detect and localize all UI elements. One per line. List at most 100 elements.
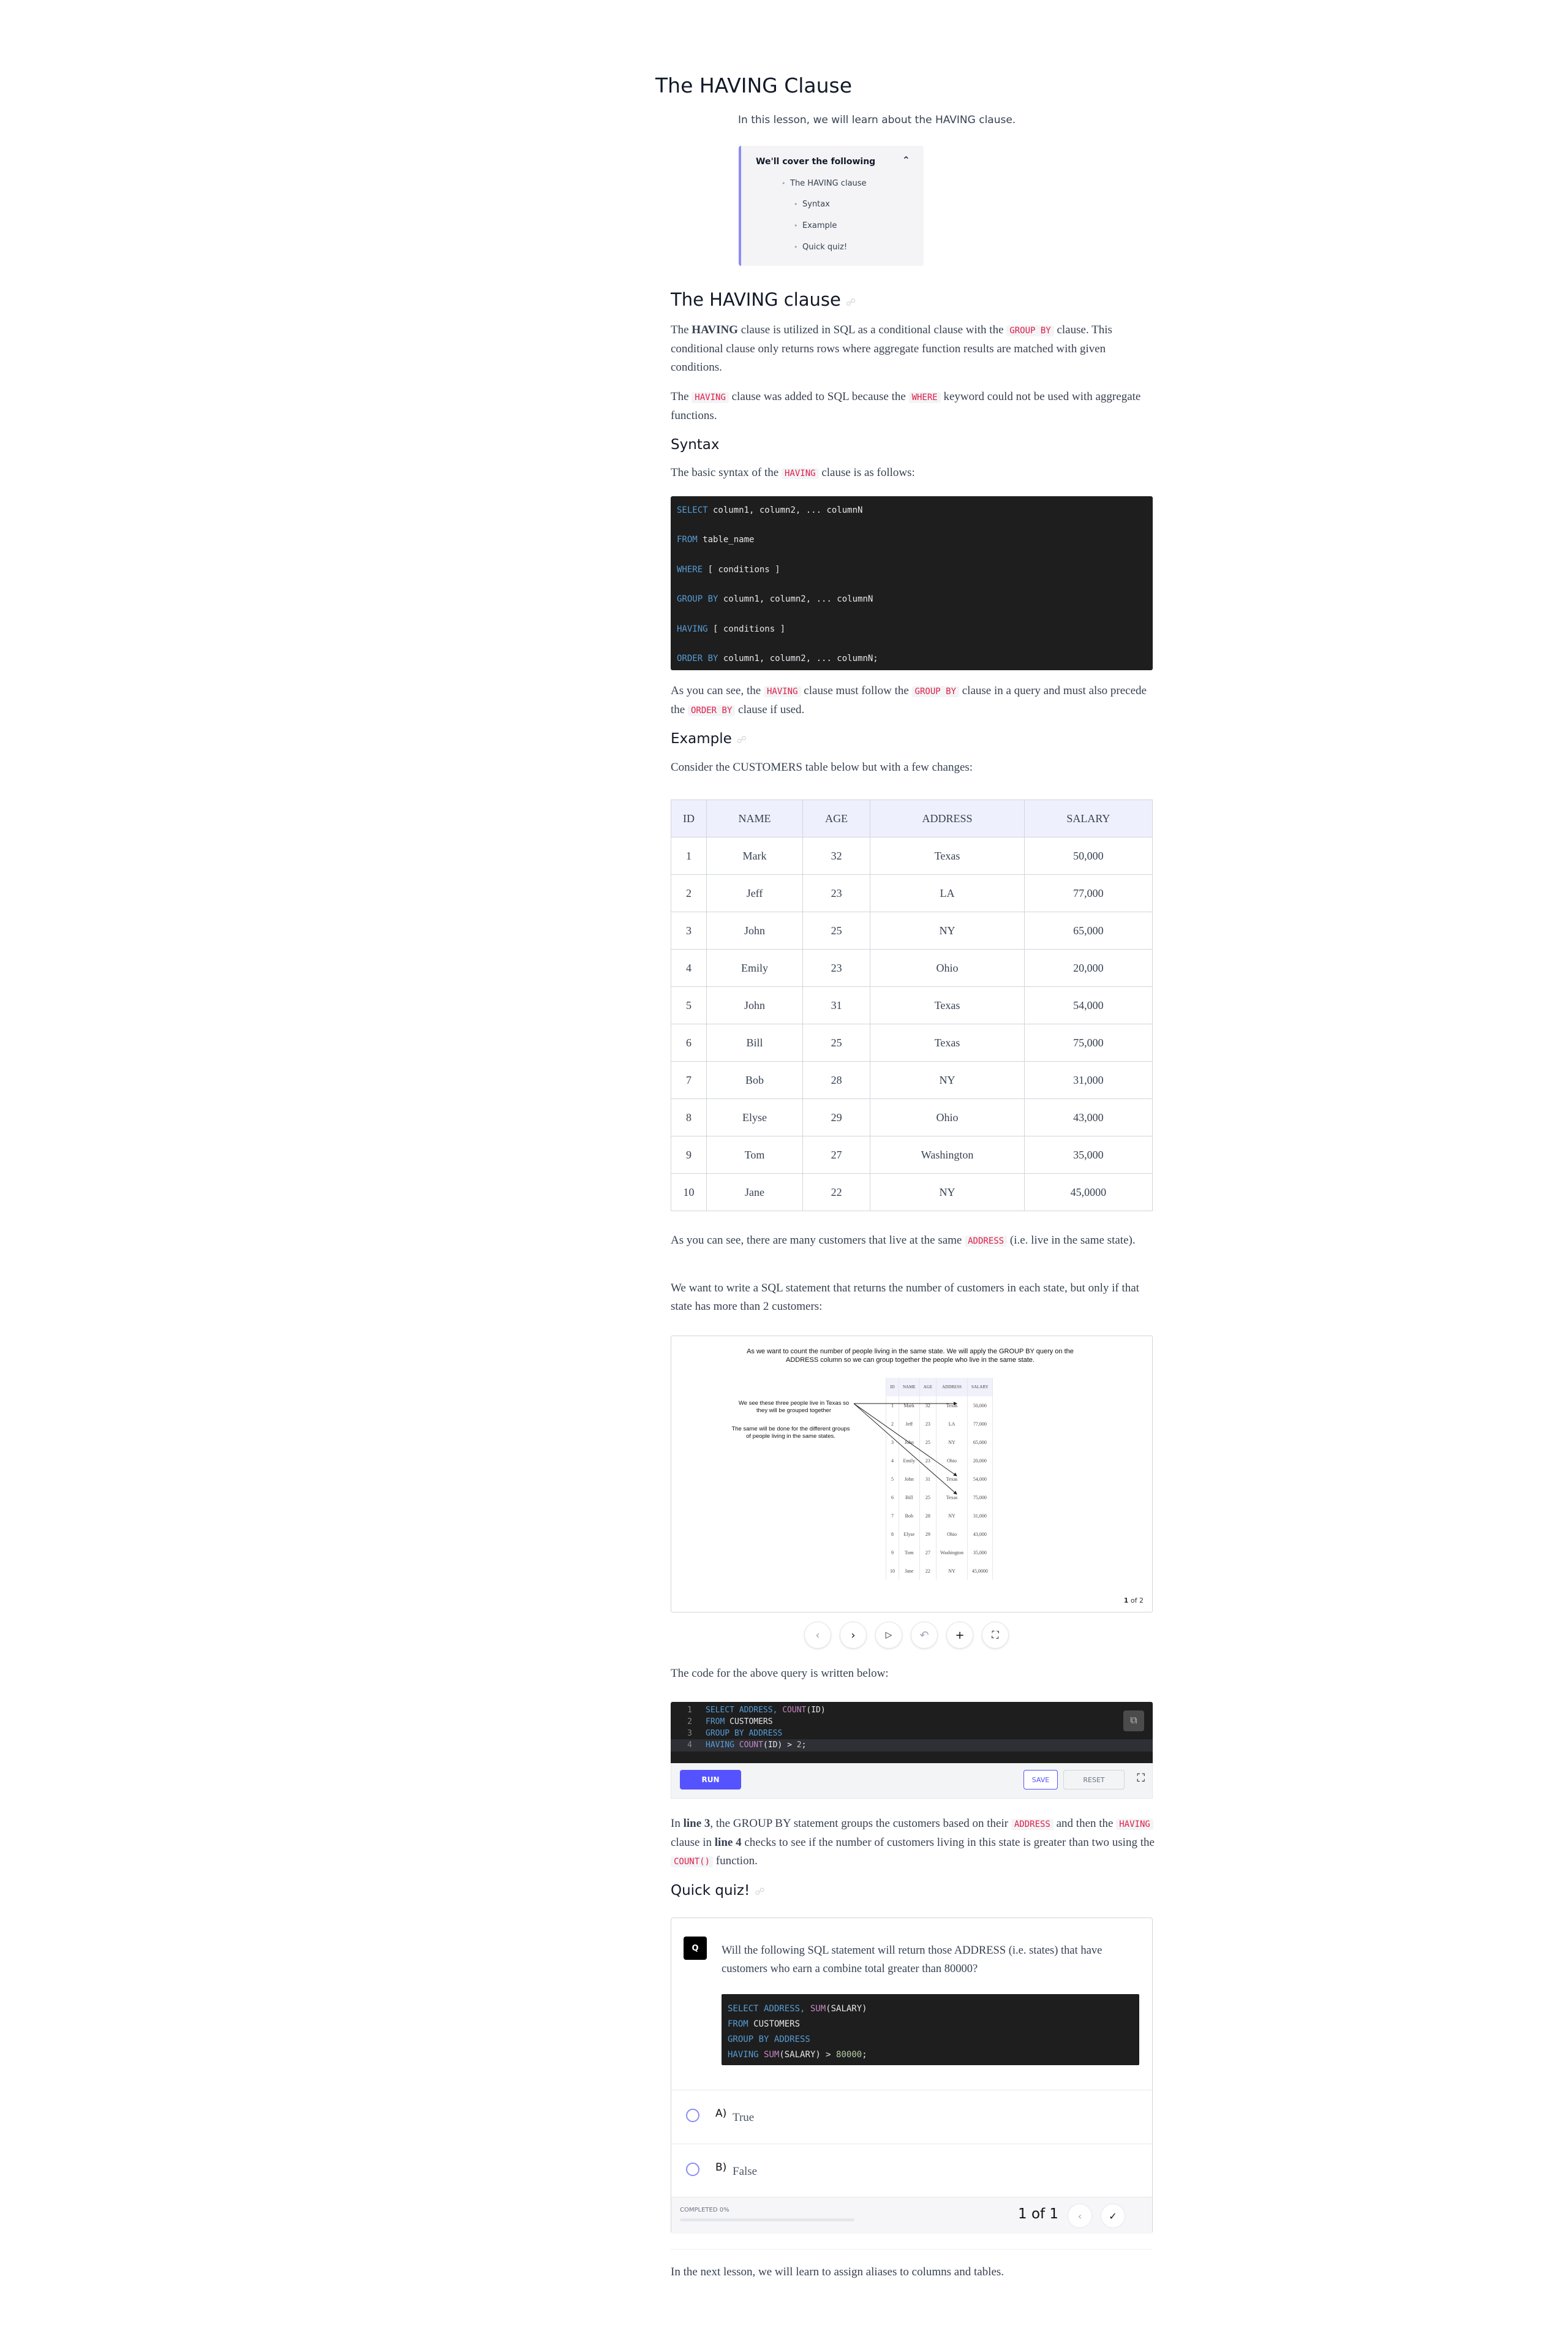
code-token: ; [801,1740,807,1750]
code-line: GROUP BY ADDRESS [728,2032,1133,2047]
table-cell: 25 [802,912,871,950]
table-cell: NY [870,912,1025,950]
replay-button[interactable]: ↶ [911,1622,938,1649]
table-cell: NY [870,1173,1025,1211]
play-icon: ▷ [885,1630,892,1640]
radio-button[interactable] [686,2163,699,2176]
table-cell: Ohio [870,1098,1025,1136]
slideshow-frame: As we want to count the number of people… [671,1336,1153,1612]
table-cell: Mark [706,837,803,875]
undo-icon: ↶ [919,1628,929,1642]
code-line: HAVING SUM(SALARY) > 80000; [728,2047,1133,2063]
table-cell: 23 [802,949,871,987]
toc-item-example[interactable]: Example [794,221,837,230]
code-token: GROUP BY ADDRESS [728,2035,810,2044]
table-cell: 35,000 [1023,1136,1153,1174]
table-cell: 9 [670,1136,707,1174]
code-token: SUM [810,2004,826,2014]
syntax-code-block: SELECT column1, column2, ... columnN FRO… [671,496,1153,670]
column-header-address: ADDRESS [870,799,1025,837]
code-line: HAVING [ conditions ] [677,624,786,634]
link-icon[interactable]: ☍ [755,1886,764,1897]
line-number: 4 [687,1740,692,1750]
run-button[interactable]: RUN [680,1770,741,1789]
code-intro: The code for the above query is written … [671,1667,889,1680]
table-cell: John [706,986,803,1024]
code-token: (SALARY) > [779,2050,837,2060]
table-cell: NY [870,1061,1025,1099]
slide-page-indicator: 1 of 2 [1123,1597,1144,1604]
table-cell: 77,000 [1023,874,1153,912]
quiz-footer: COMPLETED 0% 1 of 1 ‹ ✓ [671,2197,1152,2234]
table-row: 4 Emily 23 Ohio 20,000 [670,949,1153,987]
editor-line: 3 GROUP BY ADDRESS [671,1728,1153,1740]
expand-icon[interactable]: ⛶ [1137,1772,1145,1785]
link-icon[interactable]: ☍ [846,297,856,308]
code-token: COUNT [782,1706,807,1715]
radio-button[interactable] [686,2109,699,2122]
question-badge: Q [684,1937,707,1960]
table-cell: 8 [670,1098,707,1136]
table-cell: Bob [706,1061,803,1099]
table-row: 6 Bill 25 Texas 75,000 [670,1024,1153,1062]
table-cell: Texas [870,837,1025,875]
column-header-salary: SALARY [1023,799,1153,837]
chevron-left-icon: ‹ [1077,2210,1082,2222]
code-line: FROM CUSTOMERS [728,2017,1133,2032]
having-description: The HAVING clause is utilized in SQL as … [671,323,1112,374]
table-cell: Ohio [870,949,1025,987]
table-cell: 65,000 [1023,912,1153,950]
chevron-up-icon[interactable]: ⌃ [902,154,910,166]
next-lesson-note: In the next lesson, we will learn to ass… [671,2266,1005,2278]
code-line: ORDER BY column1, column2, ... columnN; [677,654,878,663]
prev-slide-button[interactable]: ‹ [804,1622,831,1649]
slideshow-controls: ‹ › ▷ ↶ + ⛶ [804,1622,1019,1650]
option-label: True [733,2111,755,2124]
table-row: 2 Jeff 23 LA 77,000 [670,874,1153,912]
code-token: FROM [728,2019,754,2029]
table-cell: Jeff [706,874,803,912]
code-token: CUSTOMERS [729,1717,773,1726]
code-line: FROM table_name [677,535,755,545]
next-slide-button[interactable]: › [840,1622,867,1649]
toc-item-having-clause[interactable]: The HAVING clause [782,179,866,188]
table-cell: Bill [706,1024,803,1062]
toc-item-syntax[interactable]: Syntax [794,200,830,209]
column-header-name: NAME [706,799,803,837]
table-cell: Texas [870,1024,1025,1062]
link-icon[interactable]: ☍ [737,734,747,746]
code-line: SELECT ADDRESS, SUM(SALARY) [728,2001,1133,2017]
quiz-prev-button[interactable]: ‹ [1068,2204,1092,2228]
table-cell: 31 [802,986,871,1024]
reset-button[interactable]: RESET [1063,1770,1125,1789]
syntax-heading: Syntax [671,437,720,453]
quiz-option-true[interactable]: A) True [671,2090,1152,2144]
address-note: As you can see, there are many customers… [671,1234,1136,1247]
table-cell: 45,0000 [1023,1173,1153,1211]
table-cell: 25 [802,1024,871,1062]
quiz-widget: Q Will the following SQL statement will … [671,1918,1153,2234]
quiz-pager: 1 of 1 [1018,2206,1059,2222]
table-cell: John [706,912,803,950]
example-intro: Consider the CUSTOMERS table below but w… [671,761,973,774]
quiz-option-false[interactable]: B) False [671,2144,1152,2198]
play-button[interactable]: ▷ [875,1622,902,1649]
table-row: 3 John 25 NY 65,000 [670,912,1153,950]
table-cell: 29 [802,1098,871,1136]
completion-label: COMPLETED 0% [680,2207,729,2213]
editor-toolbar: RUN SAVE RESET ⛶ [671,1763,1153,1799]
table-cell: 32 [802,837,871,875]
quiz-submit-button[interactable]: ✓ [1101,2204,1125,2228]
toc-item-quiz[interactable]: Quick quiz! [794,243,847,252]
table-cell: Emily [706,949,803,987]
fullscreen-button[interactable]: ⛶ [982,1622,1009,1649]
copy-icon[interactable]: ⧉ [1123,1710,1144,1731]
zoom-in-button[interactable]: + [946,1622,973,1649]
table-row: 5 John 31 Texas 54,000 [670,986,1153,1024]
column-header-id: ID [670,799,707,837]
section-heading-having: The HAVING clause ☍ [671,289,856,310]
quiz-heading: Quick quiz! ☍ [671,1883,765,1899]
code-editor[interactable]: 1 SELECT ADDRESS, COUNT(ID) 2 FROM CUSTOMER… [671,1702,1153,1763]
save-button[interactable]: SAVE [1023,1770,1058,1789]
chevron-right-icon: › [851,1628,856,1642]
